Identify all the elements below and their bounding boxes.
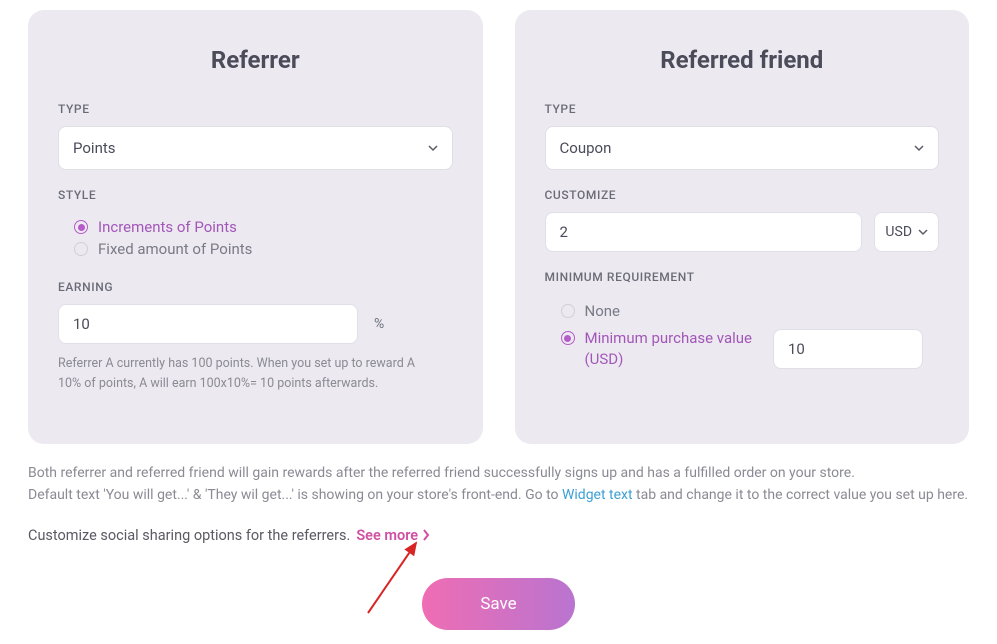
see-more-link[interactable]: See more (356, 527, 430, 544)
radio-icon (74, 242, 88, 256)
referrer-style-label: STYLE (58, 188, 453, 202)
style-option-increments[interactable]: Increments of Points (74, 216, 437, 238)
referred-type-value: Coupon (560, 139, 612, 157)
radio-icon (561, 304, 575, 318)
currency-select[interactable]: USD (874, 212, 939, 252)
minreq-option-label: Minimum purchase value (USD) (585, 328, 764, 370)
referrer-type-value: Points (73, 139, 116, 157)
chevron-down-icon (428, 143, 438, 153)
chevron-down-icon (914, 143, 924, 153)
notes-block: Both referrer and referred friend will g… (28, 462, 969, 507)
referred-title: Referred friend (545, 46, 940, 74)
customize-share-text: Customize social sharing options for the… (28, 527, 350, 544)
referrer-type-select[interactable]: Points (58, 126, 453, 170)
chevron-down-icon (918, 227, 928, 237)
customize-label: CUSTOMIZE (545, 188, 940, 202)
notes-line2: Default text 'You will get...' & 'They w… (28, 484, 969, 506)
minreq-group: None Minimum purchase value (USD) (545, 294, 940, 376)
referrer-card: Referrer TYPE Points STYLE Increments of… (28, 10, 483, 444)
customize-share-row: Customize social sharing options for the… (28, 527, 969, 544)
radio-icon (74, 220, 88, 234)
minreq-option-label: None (585, 302, 621, 320)
customize-input[interactable] (545, 212, 863, 252)
currency-value: USD (885, 224, 912, 240)
earning-helper-text: Referrer A currently has 100 points. Whe… (58, 354, 421, 394)
widget-text-link[interactable]: Widget text (562, 487, 633, 503)
style-option-label: Increments of Points (98, 218, 237, 236)
referred-type-select[interactable]: Coupon (545, 126, 940, 170)
style-option-fixed[interactable]: Fixed amount of Points (74, 238, 437, 260)
referrer-type-label: TYPE (58, 102, 453, 116)
referred-type-label: TYPE (545, 102, 940, 116)
minreq-option-none[interactable]: None (561, 298, 924, 324)
minreq-value-input[interactable] (773, 329, 923, 369)
notes-line1: Both referrer and referred friend will g… (28, 462, 969, 484)
referrer-earning-label: EARNING (58, 280, 453, 294)
referrer-style-group: Increments of Points Fixed amount of Poi… (58, 212, 453, 262)
referred-card: Referred friend TYPE Coupon CUSTOMIZE US… (515, 10, 970, 444)
chevron-right-icon (422, 529, 430, 541)
earning-input[interactable] (58, 304, 358, 344)
radio-icon (561, 331, 575, 345)
minreq-option-minpurchase[interactable]: Minimum purchase value (USD) (561, 324, 764, 374)
referrer-title: Referrer (58, 46, 453, 74)
minreq-label: MINIMUM REQUIREMENT (545, 270, 940, 284)
save-button[interactable]: Save (422, 578, 574, 630)
earning-unit: % (374, 316, 384, 332)
style-option-label: Fixed amount of Points (98, 240, 252, 258)
